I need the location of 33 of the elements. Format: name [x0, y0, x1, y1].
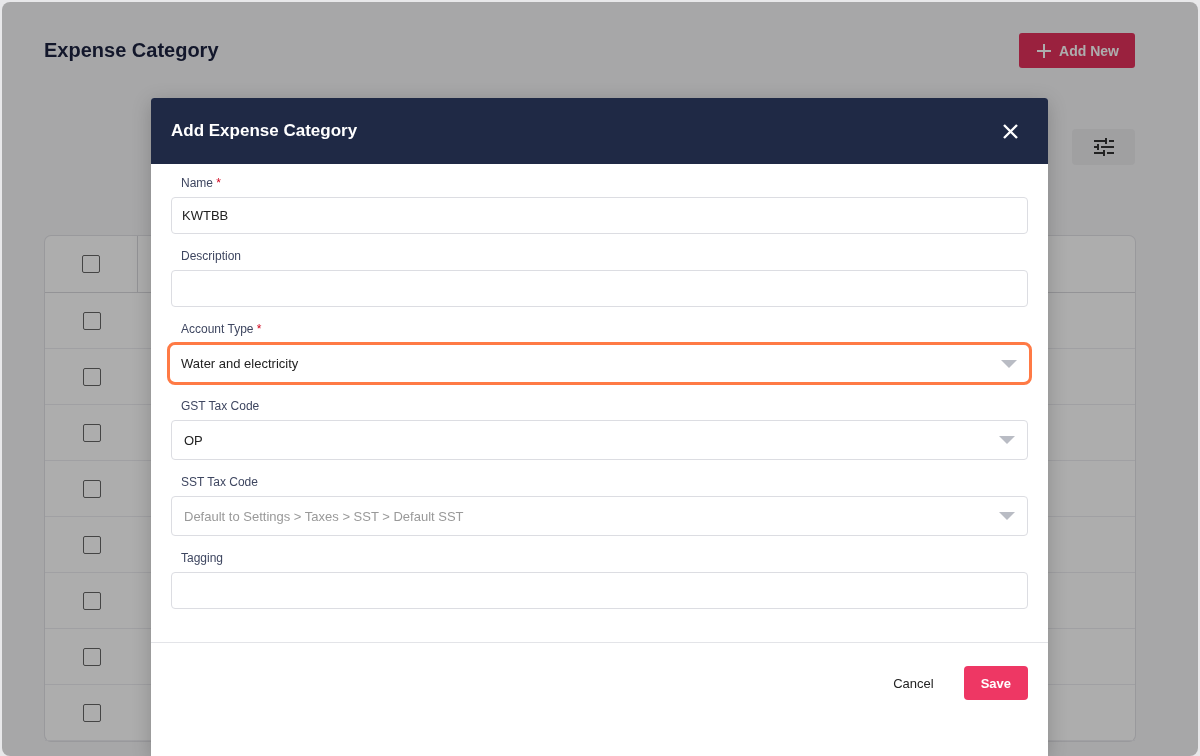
close-button[interactable]	[1003, 123, 1018, 139]
plus-icon	[1037, 43, 1052, 58]
field-label: Tagging	[180, 551, 225, 565]
checkbox[interactable]	[82, 703, 101, 722]
dialog-title: Add Expense Category	[171, 121, 358, 141]
caret-down-icon	[1001, 359, 1017, 368]
field-label: Name *	[180, 176, 222, 190]
page-title: Expense Category	[44, 39, 219, 62]
checkbox[interactable]	[82, 423, 101, 442]
filter-button[interactable]	[1072, 129, 1135, 165]
text-field[interactable]	[171, 572, 1028, 609]
checkbox[interactable]	[82, 535, 101, 554]
field-label: GST Tax Code	[180, 399, 261, 413]
checkbox[interactable]	[82, 647, 101, 666]
field-label: Description	[180, 249, 243, 263]
checkbox[interactable]	[82, 367, 101, 386]
checkbox[interactable]	[82, 311, 101, 330]
caret-down-icon	[999, 512, 1015, 520]
add-new-button[interactable]: Add New	[1019, 33, 1135, 68]
checkbox[interactable]	[82, 479, 101, 498]
dropdown-field[interactable]: OP	[171, 420, 1028, 460]
cancel-button[interactable]: Cancel	[885, 671, 942, 695]
caret-down-icon	[999, 436, 1015, 444]
close-icon	[1003, 123, 1018, 139]
sliders-icon	[1093, 138, 1114, 156]
checkbox[interactable]	[82, 591, 101, 610]
dropdown-field[interactable]: Water and electricity	[167, 342, 1032, 385]
save-button[interactable]: Save	[963, 666, 1028, 700]
field-label: SST Tax Code	[180, 475, 259, 489]
text-field[interactable]	[171, 270, 1028, 307]
checkbox[interactable]	[82, 255, 100, 273]
text-field[interactable]: KWTBB	[171, 197, 1028, 234]
field-label: Account Type *	[180, 322, 263, 336]
